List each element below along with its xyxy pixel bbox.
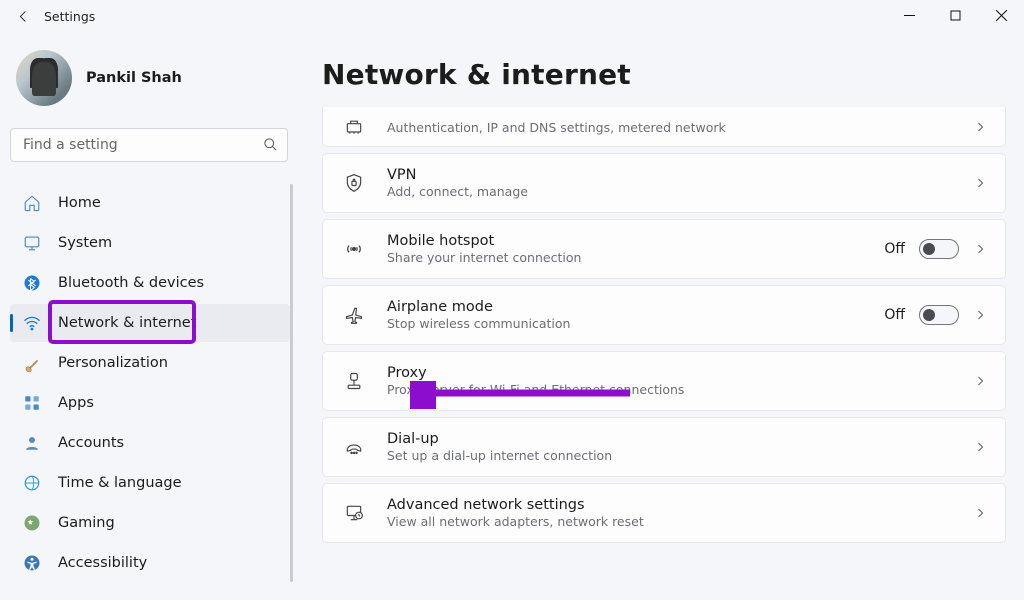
sidebar-item-label: Accessibility — [58, 555, 147, 571]
chevron-right-icon — [973, 440, 987, 454]
card-subtitle: Authentication, IP and DNS settings, met… — [387, 120, 951, 135]
advanced-network-icon — [343, 502, 365, 524]
home-icon — [22, 193, 42, 213]
chevron-right-icon — [973, 176, 987, 190]
window-title: Settings — [44, 9, 95, 24]
card-proxy[interactable]: Proxy Proxy server for Wi-Fi and Etherne… — [322, 351, 1006, 411]
search-icon — [263, 137, 279, 153]
sidebar-item-label: Bluetooth & devices — [58, 275, 204, 291]
card-title: Mobile hotspot — [387, 233, 862, 249]
sidebar-item-label: Time & language — [58, 475, 182, 491]
card-subtitle: Add, connect, manage — [387, 184, 951, 199]
titlebar: Settings — [0, 0, 1024, 32]
sidebar: Pankil Shah Home — [0, 32, 300, 600]
sidebar-item-label: Accounts — [58, 435, 124, 451]
chevron-right-icon — [973, 374, 987, 388]
ethernet-icon — [343, 116, 365, 138]
sidebar-item-home[interactable]: Home — [10, 184, 290, 222]
back-button[interactable] — [10, 3, 36, 29]
sidebar-item-accounts[interactable]: Accounts — [10, 424, 290, 462]
window-minimize-button[interactable] — [886, 0, 932, 30]
bluetooth-icon — [22, 273, 42, 293]
wifi-icon — [22, 313, 42, 333]
hotspot-icon — [343, 238, 365, 260]
card-subtitle: Proxy server for Wi-Fi and Ethernet conn… — [387, 382, 951, 397]
apps-icon — [22, 393, 42, 413]
sidebar-item-bluetooth[interactable]: Bluetooth & devices — [10, 264, 290, 302]
sidebar-item-label: Gaming — [58, 515, 115, 531]
profile-section[interactable]: Pankil Shah — [10, 46, 290, 128]
search-box[interactable] — [10, 128, 288, 162]
airplane-toggle[interactable] — [919, 305, 959, 325]
avatar — [16, 50, 72, 106]
accessibility-icon — [22, 553, 42, 573]
proxy-icon — [343, 370, 365, 392]
gaming-icon — [22, 513, 42, 533]
card-title: VPN — [387, 167, 951, 183]
sidebar-item-label: Home — [58, 195, 101, 211]
airplane-icon — [343, 304, 365, 326]
card-subtitle: Set up a dial-up internet connection — [387, 448, 951, 463]
card-subtitle: Stop wireless communication — [387, 316, 862, 331]
card-ethernet[interactable]: Authentication, IP and DNS settings, met… — [322, 107, 1006, 147]
card-dialup[interactable]: Dial-up Set up a dial-up internet connec… — [322, 417, 1006, 477]
search-input[interactable] — [23, 137, 263, 153]
card-subtitle: View all network adapters, network reset — [387, 514, 951, 529]
chevron-right-icon — [973, 308, 987, 322]
page-title: Network & internet — [322, 58, 1006, 91]
dialup-icon — [343, 436, 365, 458]
toggle-status: Off — [884, 307, 905, 323]
paintbrush-icon — [22, 353, 42, 373]
profile-name: Pankil Shah — [86, 70, 182, 86]
sidebar-item-label: Network & internet — [58, 315, 196, 331]
sidebar-item-gaming[interactable]: Gaming — [10, 504, 290, 542]
accounts-icon — [22, 433, 42, 453]
sidebar-item-label: Apps — [58, 395, 94, 411]
sidebar-item-accessibility[interactable]: Accessibility — [10, 544, 290, 582]
chevron-right-icon — [973, 242, 987, 256]
card-subtitle: Share your internet connection — [387, 250, 862, 265]
window-close-button[interactable] — [978, 0, 1024, 30]
globe-clock-icon — [22, 473, 42, 493]
chevron-right-icon — [973, 506, 987, 520]
card-mobile-hotspot[interactable]: Mobile hotspot Share your internet conne… — [322, 219, 1006, 279]
sidebar-item-system[interactable]: System — [10, 224, 290, 262]
toggle-status: Off — [884, 241, 905, 257]
window-maximize-button[interactable] — [932, 0, 978, 30]
system-icon — [22, 233, 42, 253]
hotspot-toggle[interactable] — [919, 239, 959, 259]
card-title: Airplane mode — [387, 299, 862, 315]
sidebar-item-personalization[interactable]: Personalization — [10, 344, 290, 382]
card-advanced-network[interactable]: Advanced network settings View all netwo… — [322, 483, 1006, 543]
card-title: Proxy — [387, 365, 951, 381]
chevron-right-icon — [973, 120, 987, 134]
card-title: Dial-up — [387, 431, 951, 447]
card-airplane-mode[interactable]: Airplane mode Stop wireless communicatio… — [322, 285, 1006, 345]
card-title: Advanced network settings — [387, 497, 951, 513]
card-vpn[interactable]: VPN Add, connect, manage — [322, 153, 1006, 213]
sidebar-item-label: System — [58, 235, 112, 251]
main-panel: Network & internet Authentication, IP an… — [300, 32, 1024, 600]
shield-lock-icon — [343, 172, 365, 194]
sidebar-item-network[interactable]: Network & internet — [10, 304, 290, 342]
sidebar-item-label: Personalization — [58, 355, 168, 371]
sidebar-item-time[interactable]: Time & language — [10, 464, 290, 502]
sidebar-item-apps[interactable]: Apps — [10, 384, 290, 422]
